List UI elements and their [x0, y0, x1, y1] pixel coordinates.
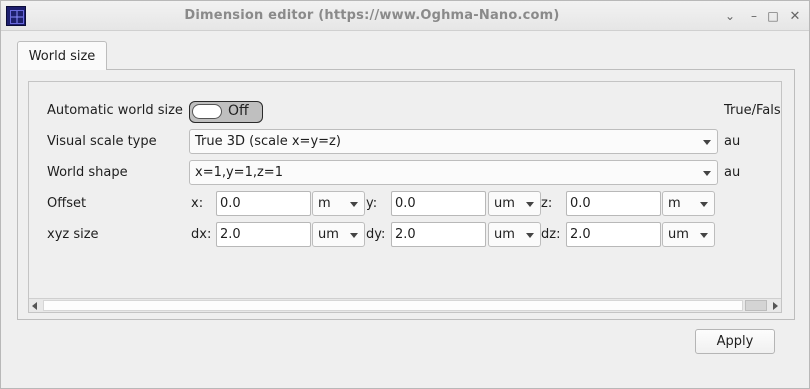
automatic-world-size-label: Automatic world size: [47, 103, 183, 118]
toggle-knob: [192, 104, 222, 119]
size-dz-value: 2.0: [570, 227, 591, 242]
automatic-world-size-unit: True/False: [724, 103, 781, 118]
chevron-down-icon: [700, 202, 708, 207]
offset-label: Offset: [47, 196, 87, 211]
world-shape-dropdown[interactable]: x=1,y=1,z=1: [189, 160, 718, 185]
toggle-state-text: Off: [228, 103, 249, 119]
size-dz-input[interactable]: 2.0: [566, 222, 661, 247]
size-dx-value: 2.0: [220, 227, 241, 242]
visual-scale-type-value: True 3D (scale x=y=z): [195, 134, 341, 149]
world-size-scroll-area: Automatic world size Off True/False Visu…: [28, 81, 782, 313]
offset-z-unit-dropdown[interactable]: m: [662, 191, 715, 216]
offset-z-unit: m: [668, 196, 681, 211]
title-bar: Dimension editor (https://www.Oghma-Nano…: [1, 1, 809, 31]
scroll-right-icon[interactable]: [773, 302, 778, 310]
collapse-icon[interactable]: ⌄: [720, 6, 740, 26]
offset-x-input[interactable]: 0.0: [216, 191, 311, 216]
size-dx-unit: um: [318, 227, 339, 242]
scrollbar-thumb[interactable]: [745, 300, 767, 311]
offset-z-input[interactable]: 0.0: [566, 191, 661, 216]
size-dz-label: dz:: [541, 227, 561, 242]
visual-scale-type-unit: au: [724, 134, 741, 149]
offset-y-input[interactable]: 0.0: [391, 191, 486, 216]
size-dx-label: dx:: [191, 227, 212, 242]
scrollbar-track[interactable]: [43, 300, 743, 311]
size-dz-unit-dropdown[interactable]: um: [662, 222, 715, 247]
chevron-down-icon: [350, 202, 358, 207]
offset-x-unit-dropdown[interactable]: m: [312, 191, 365, 216]
minimize-icon[interactable]: –: [744, 6, 764, 26]
chevron-down-icon: [703, 171, 711, 176]
horizontal-scrollbar[interactable]: [29, 298, 781, 312]
offset-x-value: 0.0: [220, 196, 241, 211]
automatic-world-size-toggle[interactable]: Off: [189, 101, 263, 123]
maximize-icon[interactable]: □: [763, 6, 783, 26]
window-title: Dimension editor (https://www.Oghma-Nano…: [184, 8, 560, 23]
world-shape-value: x=1,y=1,z=1: [195, 165, 283, 180]
offset-y-value: 0.0: [395, 196, 416, 211]
chevron-down-icon: [700, 233, 708, 238]
world-shape-unit: au: [724, 165, 741, 180]
size-dy-label: dy:: [366, 227, 386, 242]
size-dx-unit-dropdown[interactable]: um: [312, 222, 365, 247]
offset-y-unit: um: [494, 196, 515, 211]
scroll-left-icon[interactable]: [32, 302, 37, 310]
apply-button[interactable]: Apply: [695, 329, 775, 354]
size-dz-unit: um: [668, 227, 689, 242]
close-icon[interactable]: ✕: [785, 6, 805, 26]
offset-z-value: 0.0: [570, 196, 591, 211]
visual-scale-type-label: Visual scale type: [47, 134, 157, 149]
offset-x-label: x:: [191, 196, 204, 211]
offset-y-unit-dropdown[interactable]: um: [488, 191, 541, 216]
size-dy-unit-dropdown[interactable]: um: [488, 222, 541, 247]
offset-x-unit: m: [318, 196, 331, 211]
xyz-size-label: xyz size: [47, 227, 99, 242]
offset-y-label: y:: [366, 196, 378, 211]
size-dy-unit: um: [494, 227, 515, 242]
chevron-down-icon: [350, 233, 358, 238]
dimension-editor-window: Dimension editor (https://www.Oghma-Nano…: [0, 0, 810, 389]
offset-z-label: z:: [541, 196, 553, 211]
chevron-down-icon: [703, 140, 711, 145]
size-dy-value: 2.0: [395, 227, 416, 242]
chevron-down-icon: [526, 233, 534, 238]
chevron-down-icon: [526, 202, 534, 207]
tab-world-size[interactable]: World size: [17, 41, 107, 70]
world-shape-label: World shape: [47, 165, 128, 180]
size-dy-input[interactable]: 2.0: [391, 222, 486, 247]
visual-scale-type-dropdown[interactable]: True 3D (scale x=y=z): [189, 129, 718, 154]
size-dx-input[interactable]: 2.0: [216, 222, 311, 247]
